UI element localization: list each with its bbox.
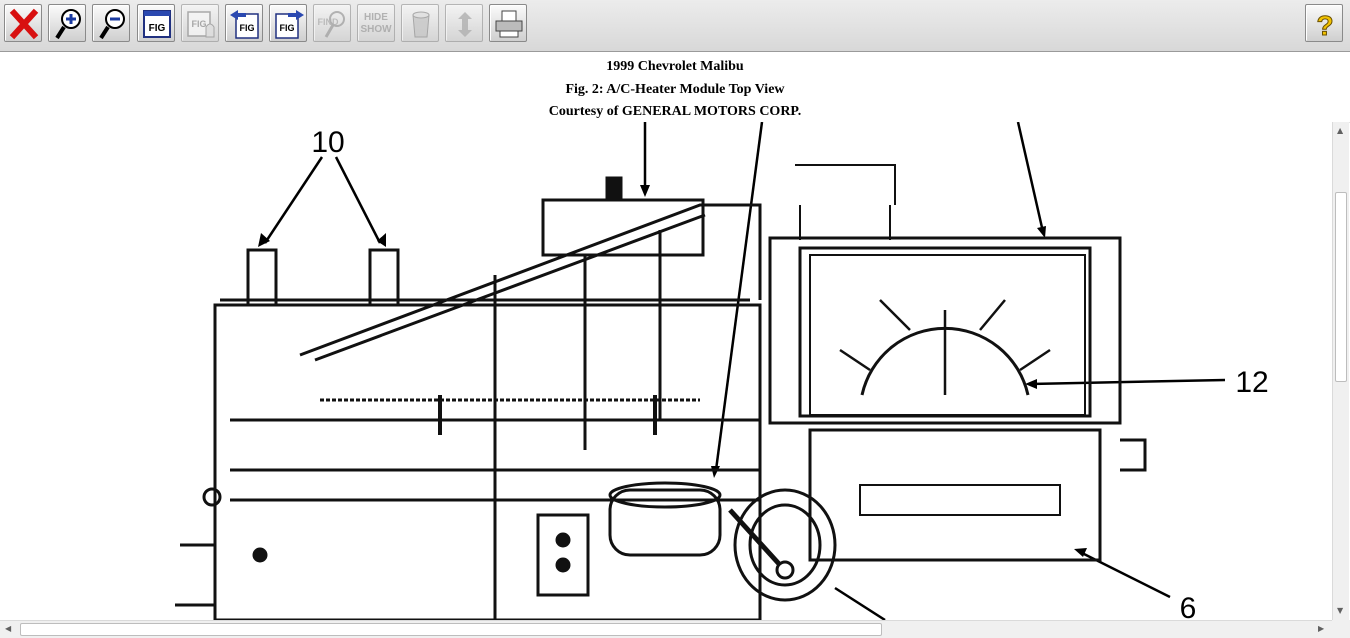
top-leader-2 (714, 122, 764, 471)
fig-next-button[interactable]: FIG (269, 4, 307, 42)
trash-button[interactable] (401, 4, 439, 42)
find-icon: FIND (318, 11, 345, 38)
callout-10-leader-left (263, 156, 324, 244)
close-x-icon (9, 8, 39, 40)
top-leader-3 (1016, 122, 1045, 233)
rotate-button[interactable] (445, 4, 483, 42)
rotate-icon (458, 12, 472, 37)
figure-area: 10 12 6 (0, 122, 1332, 620)
print-button[interactable] (489, 4, 527, 42)
svg-text:FIG: FIG (149, 23, 166, 34)
figure-window-icon: FIG (143, 10, 171, 38)
show-label: SHOW (360, 24, 392, 35)
hide-show-button[interactable]: HIDE SHOW (357, 4, 395, 42)
zoom-out-icon (99, 9, 125, 40)
zoom-out-button[interactable] (92, 4, 130, 42)
figure-caption: 1999 Chevrolet Malibu Fig. 2: A/C-Heater… (0, 56, 1350, 123)
trash-icon (412, 11, 430, 38)
vehicle-title: 1999 Chevrolet Malibu (606, 59, 744, 74)
hvac-module-body (175, 164, 1147, 620)
hide-label: HIDE (364, 12, 388, 23)
svg-text:FIG: FIG (240, 23, 255, 33)
scroll-left-arrow-icon[interactable]: ◀ (5, 624, 11, 633)
scroll-right-arrow-icon[interactable]: ▶ (1318, 624, 1324, 633)
scroll-down-arrow-icon[interactable]: ▼ (1337, 606, 1343, 615)
figure-next-icon: FIG (275, 10, 304, 39)
find-button[interactable]: FIND (313, 4, 351, 42)
figure-previous-icon: FIG (230, 10, 259, 39)
courtesy-line: Courtesy of GENERAL MOTORS CORP. (548, 104, 802, 119)
scroll-up-arrow-icon[interactable]: ▲ (1337, 126, 1343, 135)
close-button[interactable] (4, 4, 42, 42)
fig-previous-button[interactable]: FIG (225, 4, 263, 42)
svg-text:FIG: FIG (192, 19, 207, 29)
help-button[interactable]: ? (1305, 4, 1343, 42)
vertical-scrollbar[interactable]: ▲ ▼ (1332, 122, 1349, 620)
callout-6: 6 (1180, 592, 1197, 620)
fig-window-button[interactable]: FIG (137, 4, 175, 42)
scrollbar-corner (1332, 620, 1350, 638)
help-icon: ? (1316, 10, 1334, 42)
module-diagram: 10 12 6 (175, 122, 1269, 620)
vertical-scroll-thumb[interactable] (1335, 192, 1347, 382)
svg-text:FIG: FIG (280, 23, 295, 33)
horizontal-scroll-thumb[interactable] (20, 623, 882, 636)
bottom-leader (834, 586, 886, 620)
callout-10-leader-right (334, 156, 382, 244)
printer-icon (495, 10, 523, 38)
callout-10: 10 (311, 126, 344, 159)
toolbar: FIG FIG FIG FIG FIND HIDE SHOW ? (0, 0, 1350, 52)
zoom-in-button[interactable] (48, 4, 86, 42)
fig-hand-button[interactable]: FIG (181, 4, 219, 42)
zoom-in-icon (55, 9, 81, 40)
figure-hand-icon: FIG (187, 11, 215, 38)
callout-12-leader (1029, 378, 1226, 386)
figure-title: Fig. 2: A/C-Heater Module Top View (565, 81, 785, 97)
svg-text:?: ? (1316, 10, 1333, 41)
horizontal-scrollbar[interactable]: ◀ ▶ (0, 620, 1332, 638)
callout-12: 12 (1235, 366, 1268, 399)
